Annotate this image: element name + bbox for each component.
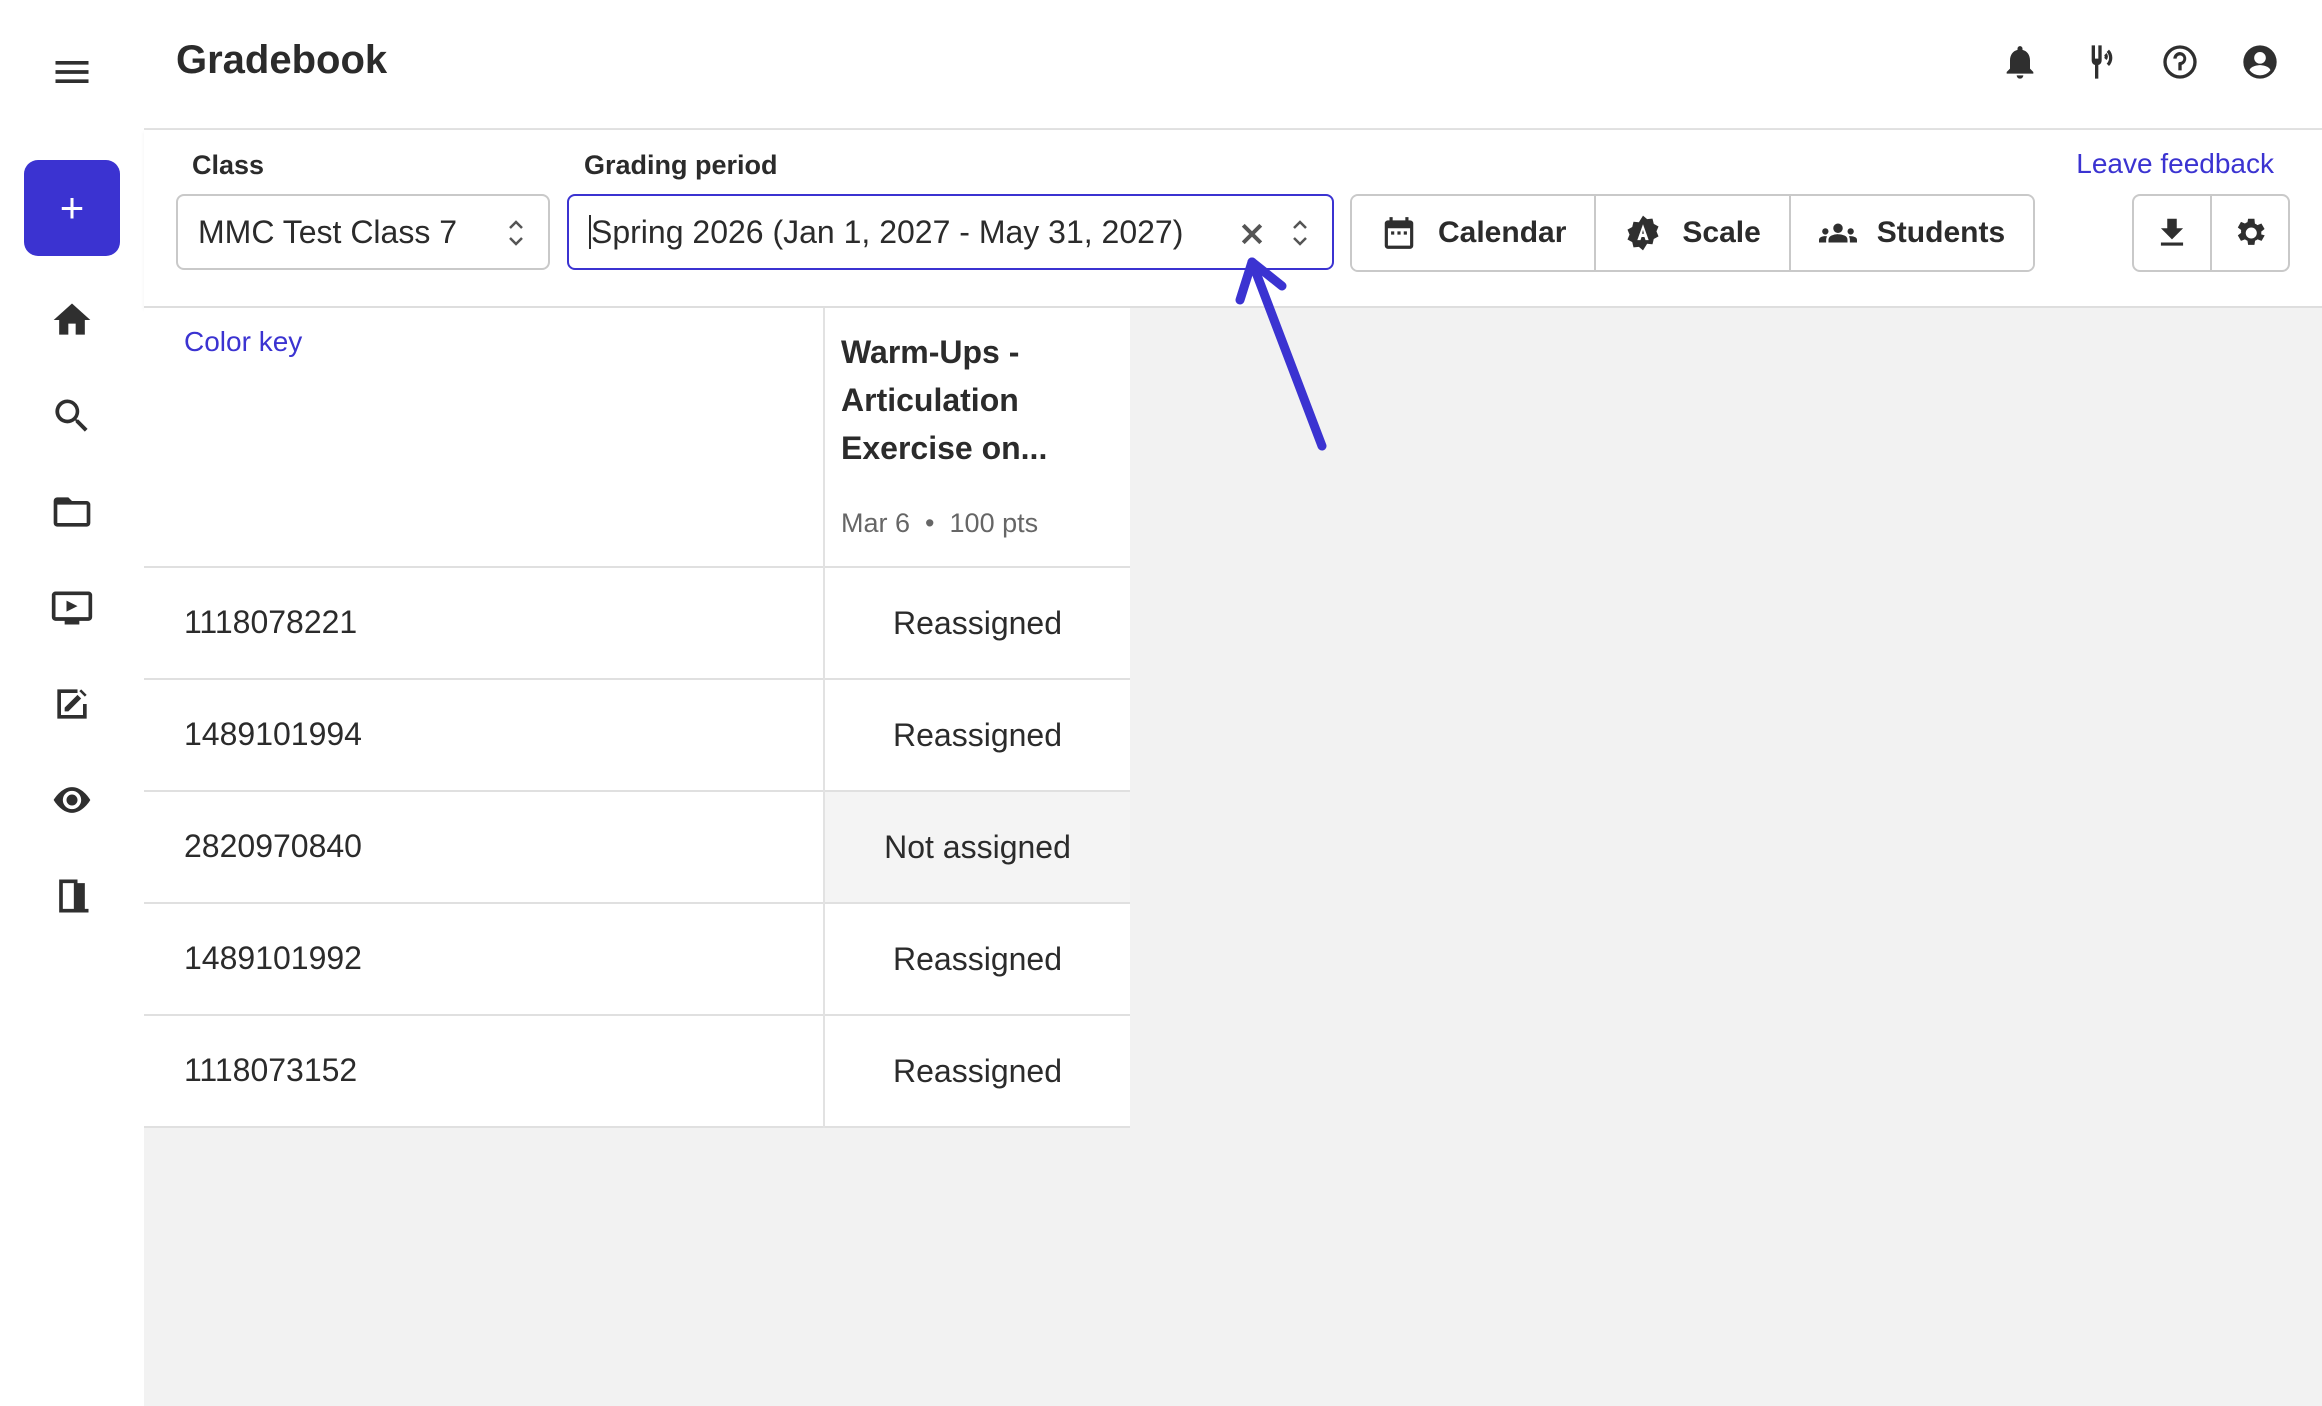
grade-cell[interactable]: Reassigned bbox=[825, 904, 1130, 1014]
grade-cell[interactable]: Reassigned bbox=[825, 680, 1130, 790]
table-row: 1489101994 Reassigned bbox=[144, 680, 1130, 792]
annotation-arrow bbox=[1235, 257, 1327, 451]
gear-icon bbox=[2237, 218, 2265, 245]
assignment-meta: Mar 6 • 100 pts bbox=[841, 508, 1121, 539]
calendar-icon bbox=[1384, 217, 1414, 249]
table-row: 1118073152 Reassigned bbox=[144, 1016, 1130, 1128]
video-icon[interactable] bbox=[40, 576, 104, 640]
ear-icon[interactable] bbox=[40, 768, 104, 832]
calendar-button[interactable]: Calendar bbox=[1352, 196, 1597, 270]
student-id[interactable]: 1489101992 bbox=[184, 940, 362, 977]
assignment-icon[interactable] bbox=[40, 672, 104, 736]
student-id[interactable]: 1118078221 bbox=[184, 604, 357, 641]
students-button[interactable]: Students bbox=[1790, 196, 2034, 270]
settings-button[interactable] bbox=[2212, 196, 2288, 270]
view-button-group: Calendar Scale Students bbox=[1350, 194, 2036, 272]
exit-icon[interactable] bbox=[40, 864, 104, 928]
grading-period-select[interactable]: Spring 2026 (Jan 1, 2027 - May 31, 2027) bbox=[567, 194, 1334, 270]
scale-button-label: Scale bbox=[1682, 216, 1761, 249]
top-bar: Gradebook bbox=[144, 0, 2322, 130]
table-header: Color key Warm-Ups - Articulation Exerci… bbox=[144, 308, 1130, 568]
chevron-updown-icon bbox=[1290, 214, 1310, 252]
action-icon-group bbox=[2132, 194, 2290, 272]
calendar-button-label: Calendar bbox=[1438, 216, 1567, 249]
gradebook-table: Color key Warm-Ups - Articulation Exerci… bbox=[144, 308, 1130, 1128]
student-id[interactable]: 2820970840 bbox=[184, 828, 362, 865]
tuning-fork-icon[interactable] bbox=[2078, 40, 2122, 84]
assignment-points: 100 pts bbox=[949, 508, 1039, 538]
side-nav: + bbox=[0, 0, 144, 1406]
home-icon[interactable] bbox=[40, 288, 104, 352]
student-id[interactable]: 1118073152 bbox=[184, 1052, 357, 1089]
grade-badge-icon bbox=[1627, 215, 1659, 251]
assignment-column-header[interactable]: Warm-Ups - Articulation Exercise on... M… bbox=[841, 328, 1121, 539]
bell-icon[interactable] bbox=[1998, 40, 2042, 84]
column-divider bbox=[823, 308, 825, 1128]
download-icon bbox=[2160, 218, 2184, 246]
grade-cell[interactable]: Not assigned bbox=[825, 792, 1130, 902]
folder-icon[interactable] bbox=[40, 480, 104, 544]
search-icon[interactable] bbox=[40, 384, 104, 448]
create-button-label: + bbox=[59, 184, 85, 231]
period-label: Grading period bbox=[584, 150, 778, 180]
create-button[interactable]: + bbox=[24, 160, 120, 256]
table-row: 1118078221 Reassigned bbox=[144, 568, 1130, 680]
table-row: 2820970840 Not assigned bbox=[144, 792, 1130, 904]
table-row: 1489101992 Reassigned bbox=[144, 904, 1130, 1016]
help-icon[interactable] bbox=[2158, 40, 2202, 84]
student-id[interactable]: 1489101994 bbox=[184, 716, 362, 753]
grade-cell[interactable]: Reassigned bbox=[825, 568, 1130, 678]
page-title: Gradebook bbox=[176, 38, 388, 82]
menu-icon[interactable] bbox=[40, 40, 104, 104]
clear-icon[interactable] bbox=[1234, 216, 1270, 252]
leave-feedback-link[interactable]: Leave feedback bbox=[2076, 148, 2274, 180]
assignment-date: Mar 6 bbox=[841, 508, 911, 538]
account-icon[interactable] bbox=[2238, 40, 2282, 84]
meta-separator: • bbox=[917, 508, 943, 538]
color-key-link[interactable]: Color key bbox=[184, 326, 302, 358]
class-select[interactable]: MMC Test Class 7 bbox=[176, 194, 550, 270]
chevron-updown-icon bbox=[506, 214, 526, 252]
grading-period-value: Spring 2026 (Jan 1, 2027 - May 31, 2027) bbox=[591, 213, 1184, 250]
gradebook-grid-area: Color key Warm-Ups - Articulation Exerci… bbox=[144, 308, 2322, 1406]
download-button[interactable] bbox=[2134, 196, 2212, 270]
assignment-title: Warm-Ups - Articulation Exercise on... bbox=[841, 334, 1048, 466]
grade-cell[interactable]: Reassigned bbox=[825, 1016, 1130, 1126]
class-select-value: MMC Test Class 7 bbox=[198, 213, 458, 250]
students-button-label: Students bbox=[1876, 216, 2006, 249]
class-label: Class bbox=[192, 150, 265, 180]
group-icon bbox=[1818, 223, 1857, 243]
scale-button[interactable]: Scale bbox=[1596, 196, 1791, 270]
